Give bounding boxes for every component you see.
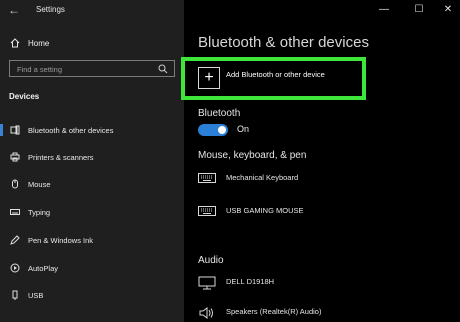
add-icon[interactable]: + <box>198 67 220 89</box>
home-label: Home <box>28 38 50 48</box>
sidebar-item-printers[interactable]: Printers & scanners <box>0 149 184 165</box>
bluetooth-icon <box>10 125 20 135</box>
device-name: USB GAMING MOUSE <box>226 206 304 215</box>
bluetooth-heading: Bluetooth <box>198 108 241 119</box>
title-bar: ← Settings — ☐ ✕ <box>0 0 460 22</box>
speaker-icon <box>199 307 213 319</box>
keyboard-icon <box>198 206 216 216</box>
keyboard-icon <box>198 173 216 183</box>
device-name: Speakers (Realtek(R) Audio) <box>226 307 322 316</box>
audio-heading: Audio <box>198 255 224 266</box>
section-devices: Devices <box>9 92 40 101</box>
sidebar-item-pen[interactable]: Pen & Windows Ink <box>0 232 184 248</box>
home-icon <box>10 38 20 48</box>
device-name: Mechanical Keyboard <box>226 173 299 182</box>
printer-icon <box>10 152 20 162</box>
sidebar-home[interactable]: Home <box>10 37 49 49</box>
sidebar-item-label: AutoPlay <box>28 263 59 273</box>
sidebar-item-label: Mouse <box>28 179 51 189</box>
sidebar-item-label: Pen & Windows Ink <box>28 235 94 245</box>
search-icon <box>158 64 168 74</box>
search-placeholder: Find a setting <box>17 65 63 74</box>
search-input[interactable]: Find a setting <box>9 60 175 77</box>
mouse-keyboard-pen-heading: Mouse, keyboard, & pen <box>198 150 307 161</box>
sidebar-item-mouse[interactable]: Mouse <box>0 176 184 192</box>
add-device-button[interactable]: Add Bluetooth or other device <box>226 70 325 79</box>
sidebar-item-usb[interactable]: USB <box>0 287 184 303</box>
sidebar-item-label: USB <box>28 290 44 300</box>
keyboard-icon <box>10 209 20 215</box>
device-name: DELL D1918H <box>226 277 275 286</box>
mouse-icon <box>12 179 18 189</box>
sidebar-item-label: Typing <box>28 207 51 217</box>
sidebar-item-autoplay[interactable]: AutoPlay <box>0 260 184 276</box>
close-button[interactable]: ✕ <box>440 3 456 17</box>
sidebar-item-typing[interactable]: Typing <box>0 204 184 220</box>
bluetooth-state-label: On <box>237 124 250 134</box>
pen-icon <box>10 235 20 245</box>
bluetooth-toggle[interactable] <box>198 124 228 136</box>
minimize-button[interactable]: — <box>376 3 392 17</box>
page-title: Bluetooth & other devices <box>198 34 369 51</box>
window-title: Settings <box>36 5 65 14</box>
maximize-button[interactable]: ☐ <box>411 3 427 17</box>
autoplay-icon <box>10 263 20 273</box>
usb-icon <box>12 290 18 300</box>
back-arrow-icon[interactable]: ← <box>8 3 22 17</box>
sidebar-item-bluetooth[interactable]: Bluetooth & other devices <box>0 122 184 138</box>
sidebar-item-label: Printers & scanners <box>28 152 94 162</box>
toggle-knob <box>218 126 226 134</box>
monitor-icon <box>198 276 216 290</box>
sidebar-item-label: Bluetooth & other devices <box>28 125 114 135</box>
